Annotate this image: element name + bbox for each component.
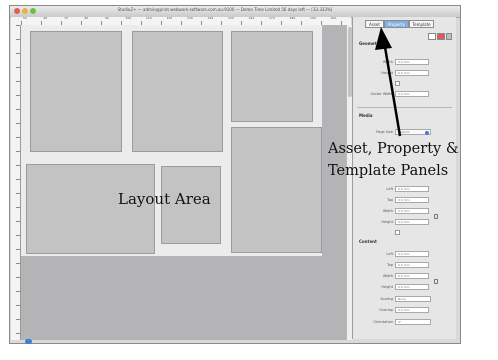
annotation-arrow — [375, 27, 402, 137]
arrow-shaft — [383, 46, 402, 137]
arrow-head — [375, 27, 392, 50]
